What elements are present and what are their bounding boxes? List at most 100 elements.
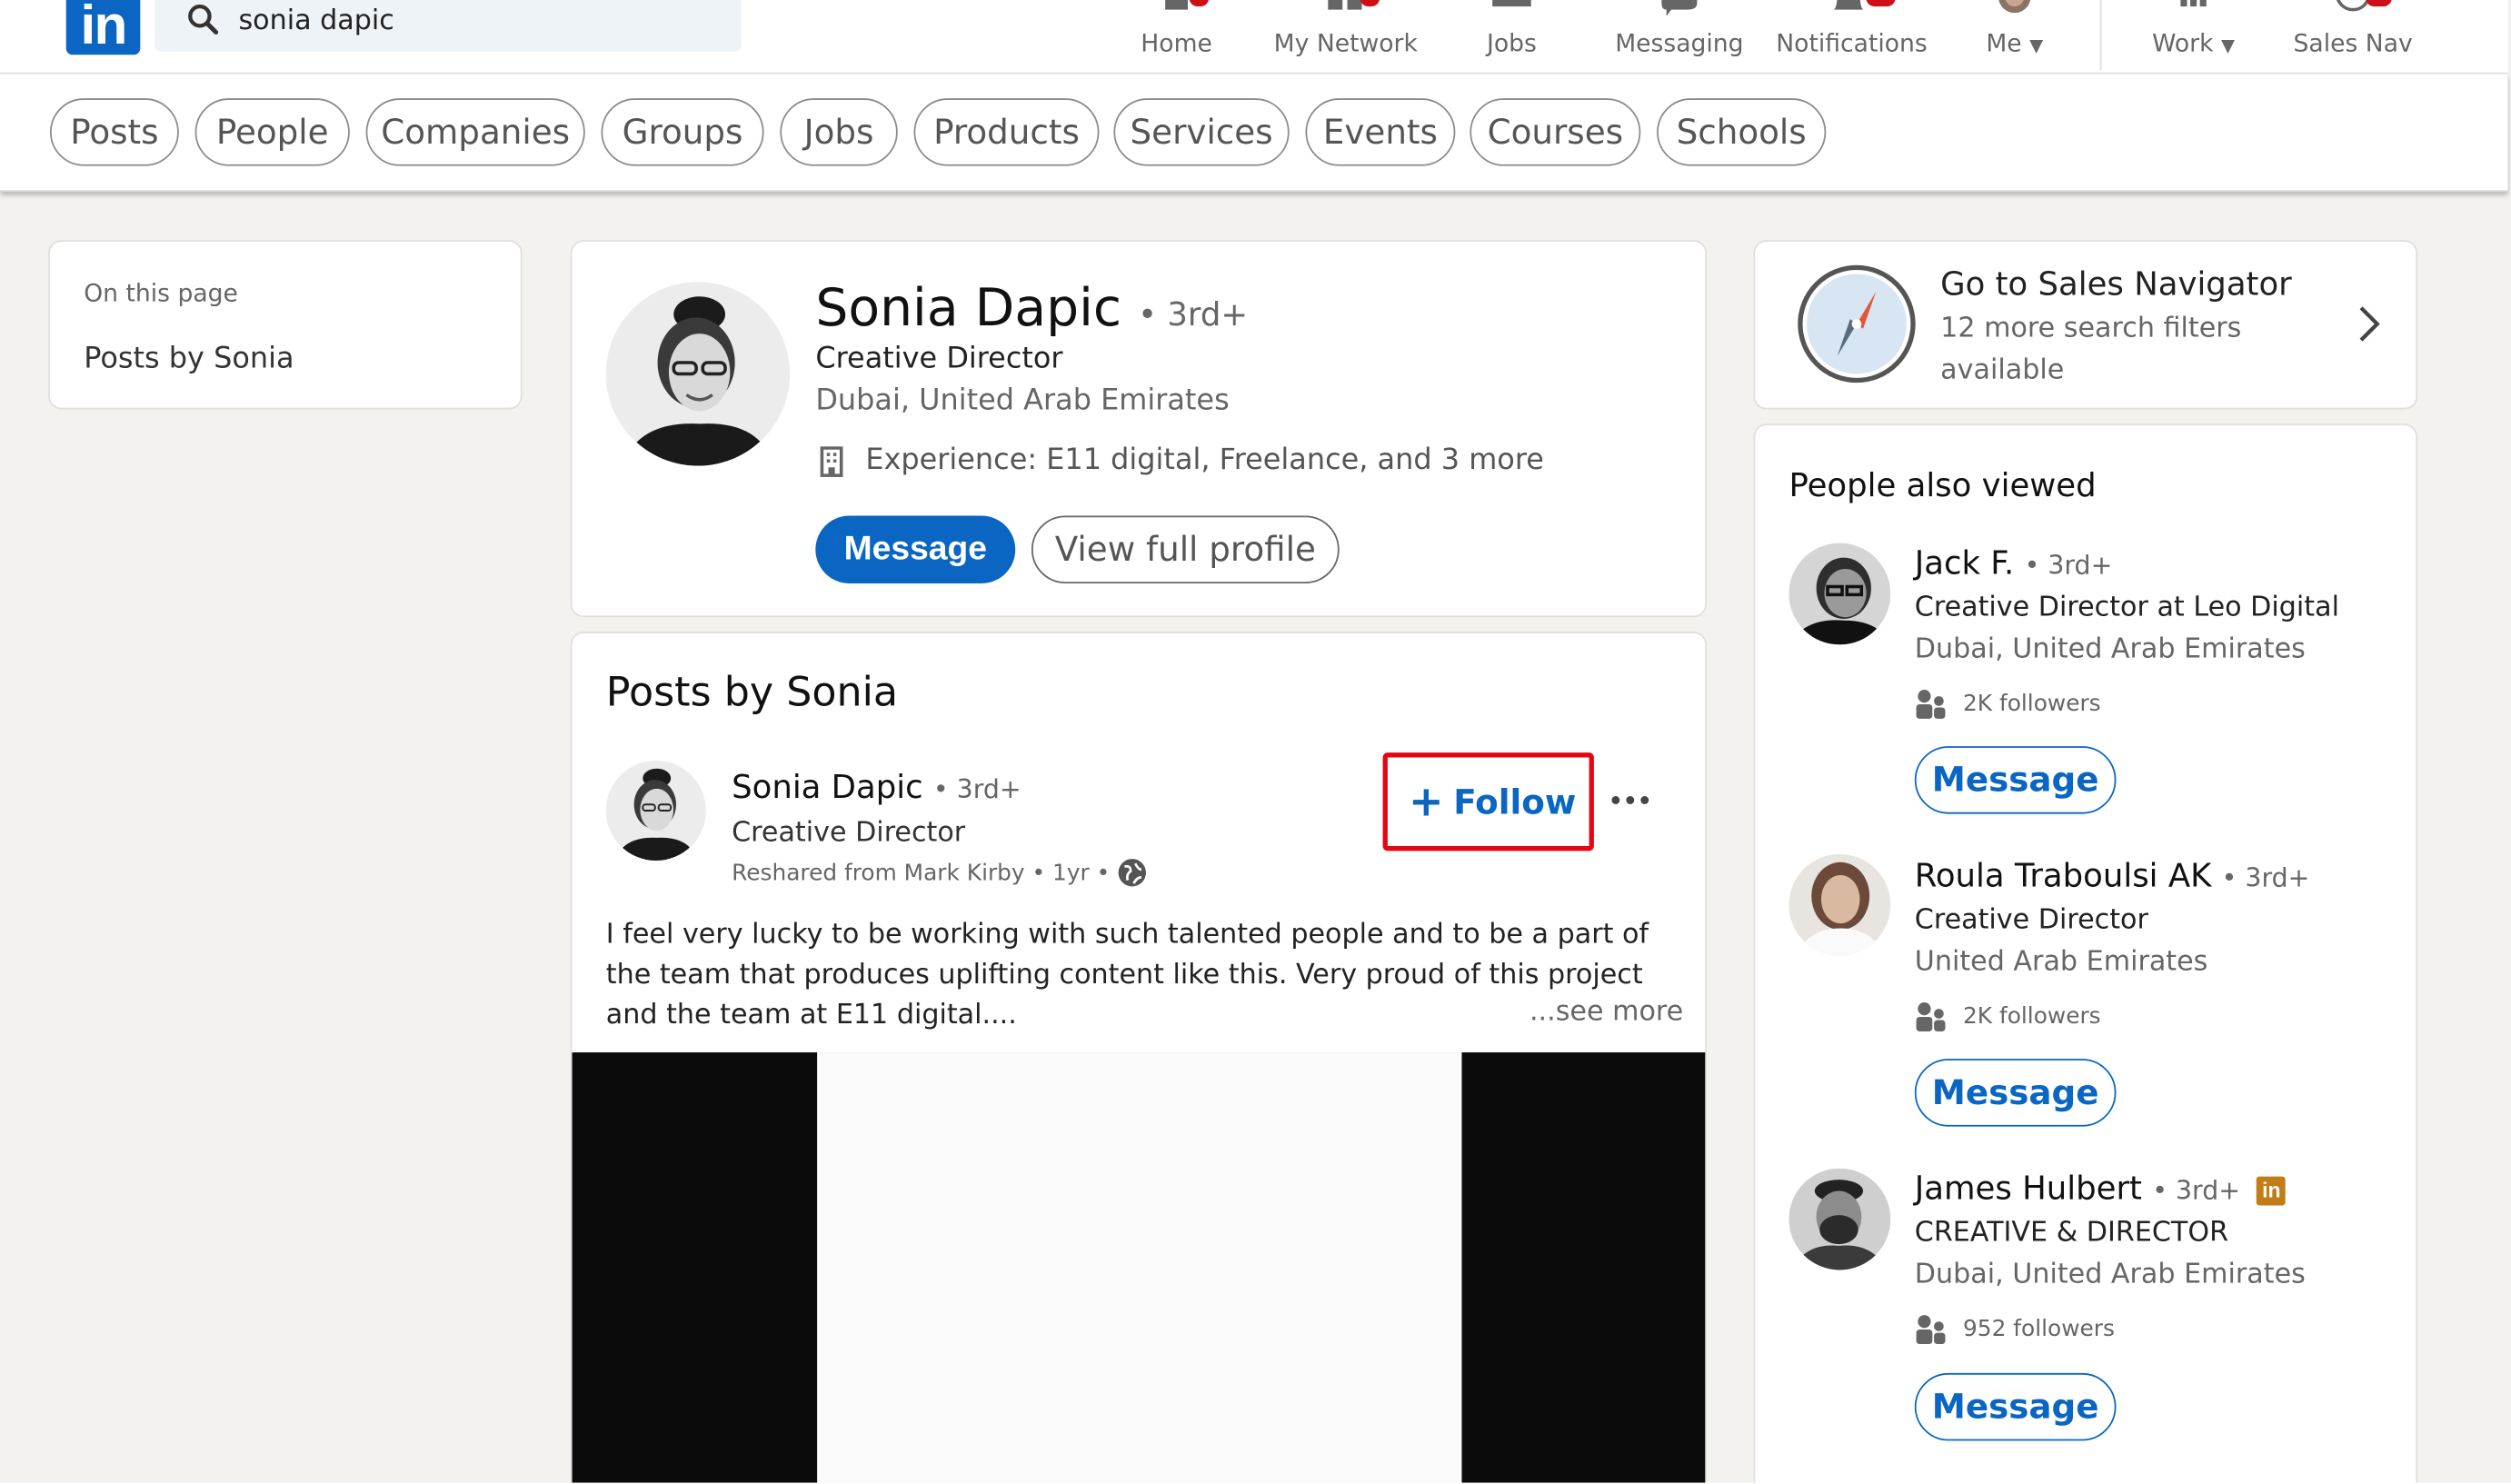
person-message-button[interactable]: Message	[1914, 1059, 2117, 1127]
filter-products[interactable]: Products	[913, 98, 1100, 166]
briefcase-icon	[1492, 0, 1531, 7]
person-headline: CREATIVE & DIRECTOR	[1914, 1216, 2229, 1250]
person-name[interactable]: James Hulbert	[1915, 1169, 2142, 1208]
nav-work[interactable]: Work ▼	[2144, 0, 2244, 75]
profile-photo[interactable]	[605, 282, 790, 466]
nav-my-network[interactable]: My Network	[1273, 0, 1419, 75]
person-degree: • 3rd+	[2152, 1174, 2240, 1206]
follow-button-label: Follow	[1453, 782, 1577, 822]
profile-photo-image	[605, 282, 790, 466]
person-followers: 2K followers	[1915, 688, 2101, 720]
bell-icon	[1834, 0, 1864, 10]
post-author-avatar[interactable]	[605, 761, 706, 861]
message-button[interactable]: Message	[815, 515, 1016, 583]
search-filter-bar: Posts People Companies Groups Jobs Produ…	[0, 74, 2508, 193]
global-nav: in sonia dapic Home My Network Jobs Mess…	[0, 0, 2508, 75]
person-message-button[interactable]: Message	[1914, 746, 2117, 814]
person-photo	[1789, 1168, 1891, 1270]
connection-degree: • 3rd+	[1138, 294, 1249, 334]
person-photo	[1789, 853, 1891, 956]
notification-badge	[2366, 0, 2392, 7]
person-name[interactable]: Jack F.	[1915, 543, 2015, 583]
post-body-text: I feel very lucky to be working with suc…	[605, 918, 1649, 1031]
nav-my-network-label: My Network	[1273, 28, 1418, 58]
plus-icon: +	[1408, 778, 1444, 827]
search-icon	[188, 4, 219, 35]
person-avatar-roula[interactable]	[1789, 853, 1891, 956]
nav-me[interactable]: Me ▼	[1969, 0, 2059, 75]
follow-button[interactable]: + Follow	[1409, 773, 1576, 832]
profile-experience: Experience: E11 digital, Freelance, and …	[865, 443, 1544, 477]
person-location: United Arab Emirates	[1914, 945, 2208, 979]
filter-groups[interactable]: Groups	[601, 98, 764, 166]
person-avatar-jack[interactable]	[1789, 543, 1891, 645]
profile-headline: Creative Director	[815, 341, 1063, 376]
person-name[interactable]: Roula Traboulsi AK	[1915, 856, 2212, 895]
filter-companies[interactable]: Companies	[365, 98, 585, 166]
on-this-page-heading: On this page	[84, 278, 238, 308]
profile-name-row: Sonia Dapic • 3rd+	[815, 277, 1248, 338]
followers-icon	[1916, 1315, 1946, 1345]
person-message-button[interactable]: Message	[1914, 1372, 2117, 1441]
nav-jobs[interactable]: Jobs	[1467, 0, 1557, 75]
nav-sales-nav[interactable]: Sales Nav	[2292, 0, 2415, 75]
person-avatar-james[interactable]	[1789, 1168, 1891, 1270]
globe-icon	[1118, 859, 1146, 887]
filter-people[interactable]: People	[194, 98, 350, 166]
nav-me-label: Me ▼	[1986, 28, 2044, 58]
people-also-viewed-title: People also viewed	[1789, 465, 2097, 505]
post-more-options-icon[interactable]	[1604, 773, 1656, 825]
search-input[interactable]: sonia dapic	[238, 5, 394, 36]
profile-location: Dubai, United Arab Emirates	[815, 383, 1230, 418]
premium-badge-icon: in	[2257, 1176, 2287, 1206]
person-followers: 952 followers	[1915, 1313, 2115, 1345]
filter-services[interactable]: Services	[1113, 98, 1290, 166]
post-meta-text: Reshared from Mark Kirby • 1yr •	[732, 860, 1111, 886]
nav-messaging[interactable]: Messaging	[1615, 0, 1744, 75]
post-author-headline: Creative Director	[732, 817, 966, 850]
see-more-link[interactable]: ...see more	[1530, 996, 1683, 1028]
nav-notifications[interactable]: Notifications	[1776, 0, 1928, 75]
post-author-row: Sonia Dapic • 3rd+	[732, 767, 1021, 806]
followers-icon	[1916, 1002, 1946, 1031]
chevron-down-icon: ▼	[2220, 35, 2236, 57]
post-meta: Reshared from Mark Kirby • 1yr •	[732, 857, 1147, 888]
posts-section-title: Posts by Sonia	[605, 668, 899, 716]
person-location: Dubai, United Arab Emirates	[1914, 1259, 2306, 1291]
nav-sales-nav-label: Sales Nav	[2293, 28, 2413, 58]
person-followers-count: 2K followers	[1963, 691, 2101, 718]
chevron-down-icon: ▼	[2029, 35, 2044, 57]
followers-icon	[1916, 690, 1946, 719]
post-media[interactable]	[572, 1052, 1706, 1484]
person-headline: Creative Director	[1914, 903, 2148, 937]
post-media-frame	[817, 1052, 1462, 1484]
grid-icon	[2180, 0, 2207, 7]
nav-notifications-label: Notifications	[1776, 28, 1928, 58]
building-icon	[820, 446, 843, 477]
post-author-name[interactable]: Sonia Dapic	[732, 767, 922, 806]
on-this-page-link[interactable]: Posts by Sonia	[84, 342, 294, 375]
search-bar[interactable]: sonia dapic	[154, 0, 742, 52]
post-author-degree: • 3rd+	[932, 773, 1021, 804]
person-name-row: Jack F. • 3rd+	[1915, 543, 2113, 583]
nav-work-label: Work ▼	[2152, 28, 2236, 58]
filter-jobs[interactable]: Jobs	[780, 98, 898, 166]
sales-navigator-title[interactable]: Go to Sales Navigator	[1940, 264, 2292, 304]
avatar	[1998, 0, 2031, 14]
filter-events[interactable]: Events	[1305, 98, 1456, 166]
view-full-profile-button[interactable]: View full profile	[1031, 515, 1340, 583]
network-icon	[1328, 0, 1362, 10]
linkedin-logo[interactable]: in	[65, 0, 141, 56]
chevron-right-icon[interactable]	[2357, 304, 2380, 344]
filter-posts[interactable]: Posts	[49, 98, 179, 166]
filter-schools[interactable]: Schools	[1657, 98, 1827, 166]
person-degree: • 3rd+	[2024, 549, 2113, 581]
sales-navigator-subtitle: 12 more search filters available	[1940, 313, 2242, 387]
on-this-page-card: On this page Posts by Sonia	[48, 240, 523, 410]
profile-name[interactable]: Sonia Dapic	[815, 277, 1121, 338]
filter-courses[interactable]: Courses	[1470, 98, 1641, 166]
nav-home[interactable]: Home	[1128, 0, 1224, 75]
person-headline: Creative Director at Leo Digital	[1914, 591, 2339, 624]
nav-jobs-label: Jobs	[1487, 28, 1537, 58]
compass-icon	[1798, 264, 1916, 383]
